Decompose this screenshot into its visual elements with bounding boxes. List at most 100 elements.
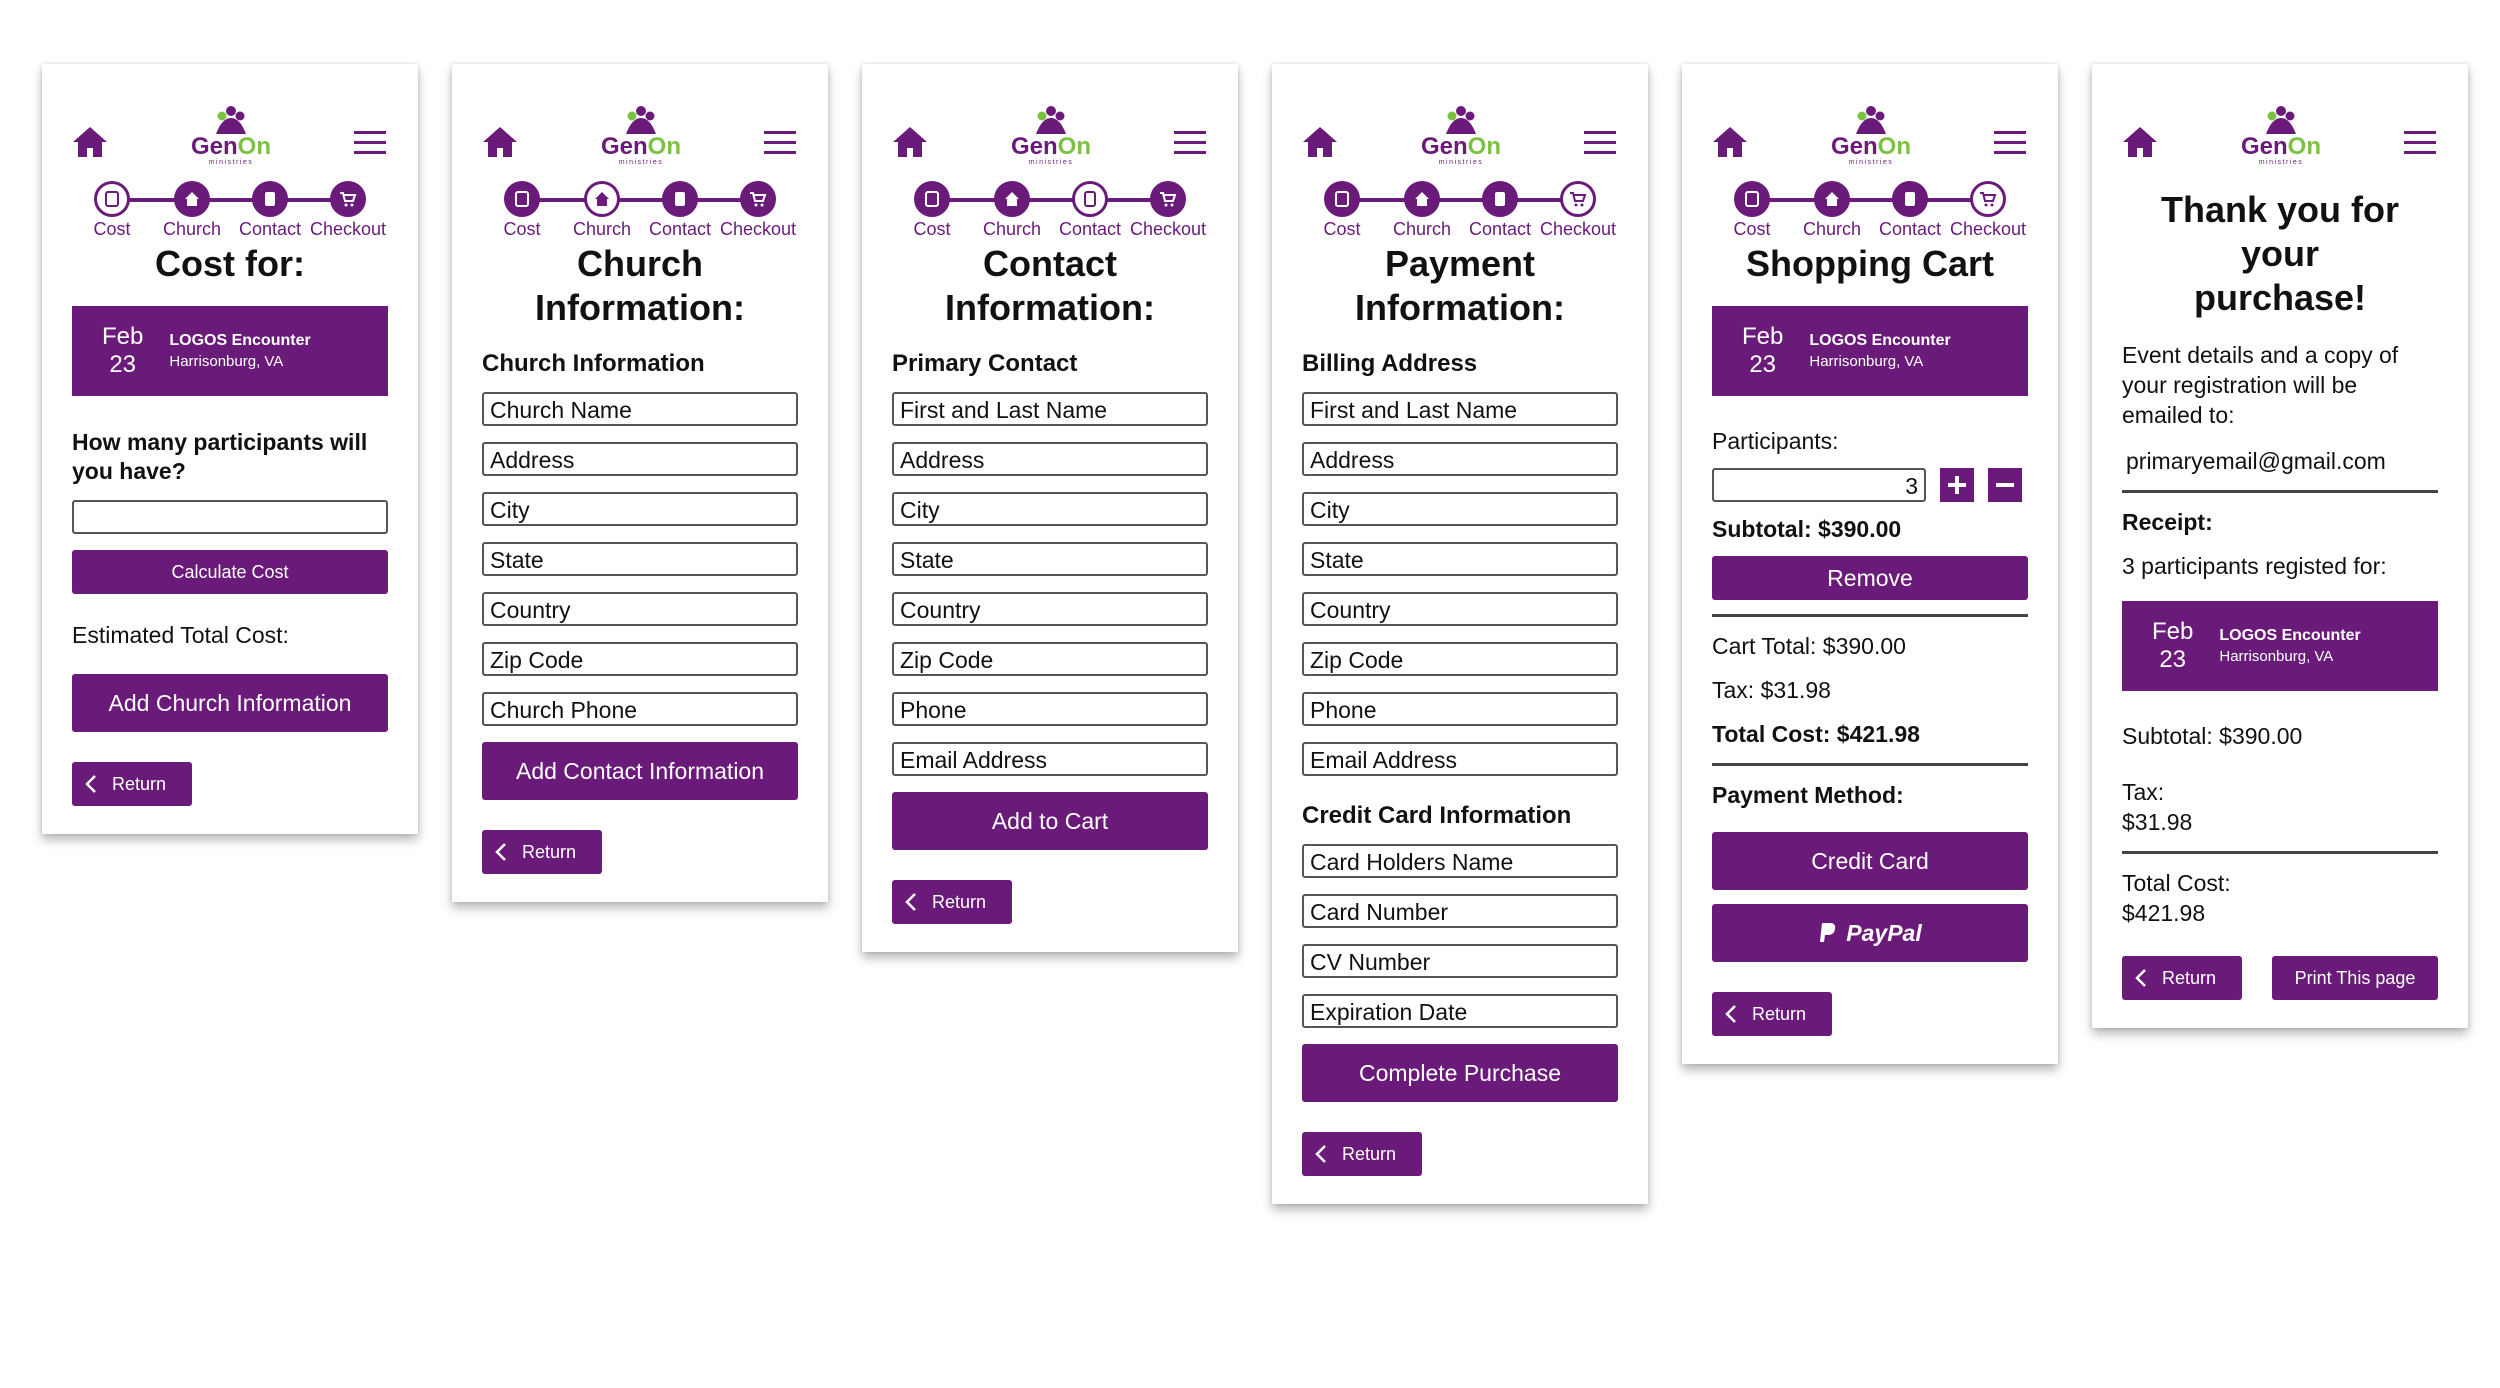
country-field[interactable]: Country	[482, 592, 798, 626]
city-field[interactable]: City	[892, 492, 1208, 526]
full-name-field[interactable]: First and Last Name	[1302, 392, 1618, 426]
church-phone-field[interactable]: Church Phone	[482, 692, 798, 726]
step-cost[interactable]: Cost	[72, 174, 152, 240]
state-field[interactable]: State	[1302, 542, 1618, 576]
step-cost[interactable]: Cost	[482, 174, 562, 240]
card-holder-name-field[interactable]: Card Holders Name	[1302, 844, 1618, 878]
home-icon[interactable]	[1712, 126, 1748, 158]
home-icon[interactable]	[482, 126, 518, 158]
return-button[interactable]: Return	[482, 830, 602, 874]
step-church[interactable]: Church	[562, 174, 642, 240]
step-contact-circle	[662, 181, 698, 217]
step-checkout[interactable]: Checkout	[1948, 174, 2028, 240]
return-button[interactable]: Return	[892, 880, 1012, 924]
step-cost[interactable]: Cost	[1302, 174, 1382, 240]
chevron-left-icon	[85, 775, 96, 793]
state-field[interactable]: State	[482, 542, 798, 576]
print-page-button[interactable]: Print This page	[2272, 956, 2438, 1000]
step-checkout[interactable]: Checkout	[1128, 174, 1208, 240]
app-header: GenOn ministries	[42, 64, 418, 174]
total-cost-value: $421.98	[2122, 900, 2206, 926]
genon-logo[interactable]: GenOn ministries	[2238, 104, 2324, 166]
church-name-field[interactable]: Church Name	[482, 392, 798, 426]
hamburger-menu-icon[interactable]	[764, 130, 796, 156]
step-church[interactable]: Church	[1792, 174, 1872, 240]
genon-logo[interactable]: GenOn ministries	[188, 104, 274, 166]
address-field[interactable]: Address	[1302, 442, 1618, 476]
step-cost[interactable]: Cost	[892, 174, 972, 240]
step-checkout[interactable]: Checkout	[1538, 174, 1618, 240]
step-checkout[interactable]: Checkout	[718, 174, 798, 240]
state-field[interactable]: State	[892, 542, 1208, 576]
step-cost[interactable]: Cost	[1712, 174, 1792, 240]
calculate-cost-button[interactable]: Calculate Cost	[72, 550, 388, 594]
hamburger-menu-icon[interactable]	[2404, 130, 2436, 156]
confirmation-email: primaryemail@gmail.com	[2126, 448, 2386, 474]
full-name-field[interactable]: First and Last Name	[892, 392, 1208, 426]
step-contact[interactable]: Contact	[230, 174, 310, 240]
phone-field[interactable]: Phone	[892, 692, 1208, 726]
home-icon[interactable]	[1302, 126, 1338, 158]
email-field[interactable]: Email Address	[892, 742, 1208, 776]
address-field[interactable]: Address	[892, 442, 1208, 476]
country-field[interactable]: Country	[892, 592, 1208, 626]
participants-input[interactable]: 3	[1712, 468, 1926, 502]
home-icon[interactable]	[892, 126, 928, 158]
genon-logo[interactable]: GenOn ministries	[598, 104, 684, 166]
city-field[interactable]: City	[1302, 492, 1618, 526]
return-button[interactable]: Return	[72, 762, 192, 806]
credit-card-button[interactable]: Credit Card	[1712, 832, 2028, 890]
step-church[interactable]: Church	[972, 174, 1052, 240]
church-icon	[185, 192, 199, 206]
address-field[interactable]: Address	[482, 442, 798, 476]
card-number-field[interactable]: Card Number	[1302, 894, 1618, 928]
step-contact[interactable]: Contact	[1050, 174, 1130, 240]
participants-input[interactable]	[72, 500, 388, 534]
email-field[interactable]: Email Address	[1302, 742, 1618, 776]
hamburger-menu-icon[interactable]	[1994, 130, 2026, 156]
payment-method-label: Payment Method:	[1712, 782, 1904, 808]
city-field[interactable]: City	[482, 492, 798, 526]
genon-logo[interactable]: GenOn ministries	[1008, 104, 1094, 166]
hamburger-menu-icon[interactable]	[354, 130, 386, 156]
phone-field[interactable]: Phone	[1302, 692, 1618, 726]
step-contact-label: Contact	[1468, 219, 1532, 239]
add-contact-information-button[interactable]: Add Contact Information	[482, 742, 798, 800]
plus-button-icon[interactable]	[1940, 468, 1974, 502]
add-church-information-button[interactable]: Add Church Information	[72, 674, 388, 732]
expiration-date-field[interactable]: Expiration Date	[1302, 994, 1618, 1028]
home-icon[interactable]	[2122, 126, 2158, 158]
country-field[interactable]: Country	[1302, 592, 1618, 626]
zip-code-field[interactable]: Zip Code	[482, 642, 798, 676]
remove-button[interactable]: Remove	[1712, 556, 2028, 600]
return-button[interactable]: Return	[1712, 992, 1832, 1036]
return-button[interactable]: Return	[1302, 1132, 1422, 1176]
step-contact[interactable]: Contact	[1870, 174, 1950, 240]
home-icon[interactable]	[72, 126, 108, 158]
step-contact[interactable]: Contact	[1460, 174, 1540, 240]
paypal-button[interactable]: PayPal	[1712, 904, 2028, 962]
hamburger-menu-icon[interactable]	[1584, 130, 1616, 156]
estimated-total-label: Estimated Total Cost:	[72, 622, 289, 648]
confirmation-message: Event details and a copy of your registr…	[2122, 342, 2399, 428]
minus-button-icon[interactable]	[1988, 468, 2022, 502]
add-to-cart-button[interactable]: Add to Cart	[892, 792, 1208, 850]
genon-logo[interactable]: GenOn ministries	[1828, 104, 1914, 166]
cv-number-field[interactable]: CV Number	[1302, 944, 1618, 978]
contact-icon	[1084, 191, 1096, 207]
complete-purchase-button[interactable]: Complete Purchase	[1302, 1044, 1618, 1102]
zip-code-field[interactable]: Zip Code	[1302, 642, 1618, 676]
step-church-circle	[1814, 181, 1850, 217]
step-church[interactable]: Church	[1382, 174, 1462, 240]
genon-logo[interactable]: GenOn ministries	[1418, 104, 1504, 166]
hamburger-menu-icon[interactable]	[1174, 130, 1206, 156]
return-button[interactable]: Return	[2122, 956, 2242, 1000]
divider	[1712, 614, 2028, 617]
step-contact[interactable]: Contact	[640, 174, 720, 240]
step-checkout[interactable]: Checkout	[308, 174, 388, 240]
step-church[interactable]: Church	[152, 174, 232, 240]
app-header: GenOn ministries	[1682, 64, 2058, 174]
zip-code-field[interactable]: Zip Code	[892, 642, 1208, 676]
event-day: 23	[2159, 646, 2187, 673]
tax-text: Tax: $31.98	[1712, 677, 1831, 703]
